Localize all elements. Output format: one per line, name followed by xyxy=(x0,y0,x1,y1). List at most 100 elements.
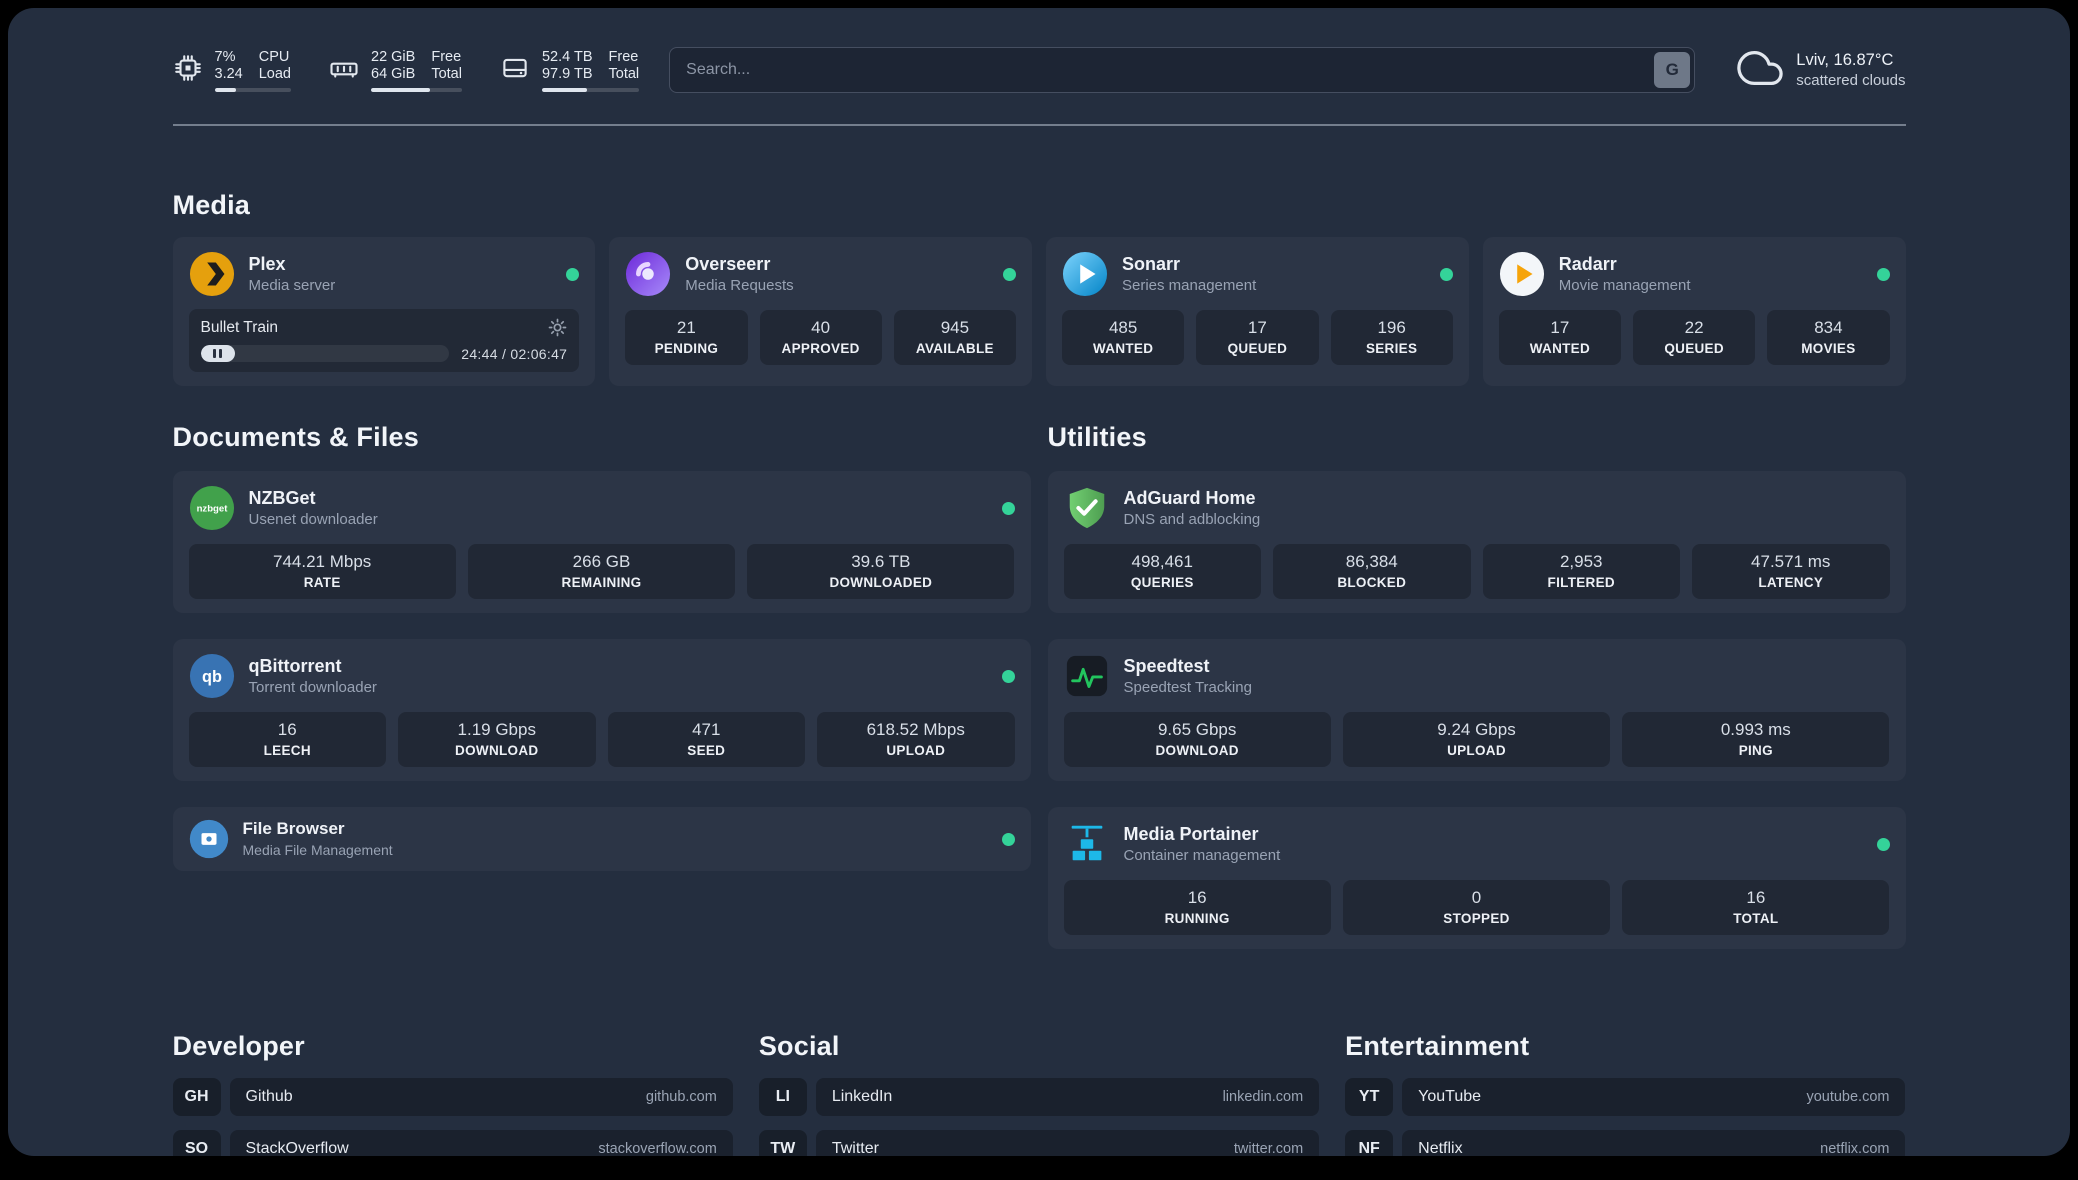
bookmark-domain: linkedin.com xyxy=(1223,1089,1304,1105)
qbittorrent-icon: qb xyxy=(189,653,235,699)
speedtest-card[interactable]: Speedtest Speedtest Tracking 9.65 GbpsDO… xyxy=(1048,639,1906,781)
memory-icon xyxy=(329,53,359,88)
documents-column: Documents & Files nzbget NZBGet Usenet d xyxy=(173,422,1031,975)
stat-tile: 9.65 GbpsDOWNLOAD xyxy=(1064,712,1331,767)
bookmark-domain: youtube.com xyxy=(1806,1089,1889,1105)
weather-condition: scattered clouds xyxy=(1796,71,1905,90)
bookmark-linkedin[interactable]: LI LinkedIn linkedin.com xyxy=(759,1078,1319,1116)
bookmark-name: YouTube xyxy=(1418,1088,1481,1106)
service-desc: Container management xyxy=(1124,846,1281,865)
bookmark-domain: twitter.com xyxy=(1234,1141,1303,1156)
media-section: Media Plex Media server xyxy=(173,190,1906,386)
service-desc: Usenet downloader xyxy=(249,510,378,529)
nzbget-card[interactable]: nzbget NZBGet Usenet downloader 744.21 M… xyxy=(173,471,1031,613)
stat-tile: 16RUNNING xyxy=(1064,880,1331,935)
overseerr-card[interactable]: Overseerr Media Requests 21PENDING 40APP… xyxy=(609,237,1032,386)
stat-tile: 22QUEUED xyxy=(1633,310,1755,365)
stat-tile: 1.19 GbpsDOWNLOAD xyxy=(398,712,596,767)
section-title-utilities: Utilities xyxy=(1048,422,1906,453)
stat-tile: 39.6 TBDOWNLOADED xyxy=(747,544,1014,599)
bookmark-netflix[interactable]: NF Netflix netflix.com xyxy=(1345,1130,1905,1156)
service-name: Sonarr xyxy=(1122,253,1256,275)
stat-tile: 0.993 msPING xyxy=(1622,712,1889,767)
service-name: Plex xyxy=(249,253,336,275)
bookmark-github[interactable]: GH Github github.com xyxy=(173,1078,733,1116)
bookmark-domain: github.com xyxy=(646,1089,717,1105)
memory-progress-bar xyxy=(371,88,462,92)
plex-card[interactable]: Plex Media server Bullet Train xyxy=(173,237,596,386)
qbittorrent-card[interactable]: qb qBittorrent Torrent downloader 16LEEC… xyxy=(173,639,1031,781)
bookmarks-social: Social LI LinkedIn linkedin.com TW Twitt… xyxy=(759,1031,1319,1156)
playback-progress-bar xyxy=(201,345,450,362)
stat-tile: 2,953FILTERED xyxy=(1483,544,1681,599)
stat-tile: 0STOPPED xyxy=(1343,880,1610,935)
bookmark-name: Twitter xyxy=(832,1140,879,1156)
portainer-card[interactable]: Media Portainer Container management 16R… xyxy=(1048,807,1906,949)
stat-tile: 618.52 MbpsUPLOAD xyxy=(817,712,1015,767)
adguard-card[interactable]: AdGuard Home DNS and adblocking 498,461Q… xyxy=(1048,471,1906,613)
bookmark-domain: stackoverflow.com xyxy=(598,1141,716,1156)
disk-total-value: 97.9 TB xyxy=(542,66,593,83)
stat-tile: 9.24 GbpsUPLOAD xyxy=(1343,712,1610,767)
speedtest-icon xyxy=(1064,653,1110,699)
disk-total-label: Total xyxy=(609,66,640,83)
stat-tile: 16TOTAL xyxy=(1622,880,1889,935)
utilities-column: Utilities xyxy=(1048,422,1906,975)
dashboard: 7% 3.24 CPU Load xyxy=(8,8,2070,1156)
service-name: Speedtest xyxy=(1124,655,1252,677)
bookmark-stackoverflow[interactable]: SO StackOverflow stackoverflow.com xyxy=(173,1130,733,1156)
portainer-icon xyxy=(1064,821,1110,867)
bookmark-twitter[interactable]: TW Twitter twitter.com xyxy=(759,1130,1319,1156)
pause-button[interactable] xyxy=(201,345,235,362)
service-name: qBittorrent xyxy=(249,655,377,677)
bookmark-name: StackOverflow xyxy=(246,1140,349,1156)
bookmark-abbr: NF xyxy=(1345,1130,1393,1156)
cpu-load-label: Load xyxy=(259,66,291,83)
search-provider-button[interactable]: G xyxy=(1654,52,1690,88)
radarr-card[interactable]: Radarr Movie management 17WANTED 22QUEUE… xyxy=(1483,237,1906,386)
stat-tile: 196SERIES xyxy=(1331,310,1453,365)
header: 7% 3.24 CPU Load xyxy=(173,38,1906,102)
stat-tile: 86,384BLOCKED xyxy=(1273,544,1471,599)
disk-widget: 52.4 TB 97.9 TB Free Total xyxy=(500,49,639,92)
search-input[interactable] xyxy=(669,47,1695,93)
stat-tile: 945AVAILABLE xyxy=(894,310,1016,365)
filebrowser-card[interactable]: File Browser Media File Management xyxy=(173,807,1031,871)
status-dot xyxy=(1002,670,1015,683)
bookmarks-entertainment: Entertainment YT YouTube youtube.com NF … xyxy=(1345,1031,1905,1156)
cpu-progress-bar xyxy=(215,88,292,92)
bookmark-abbr: LI xyxy=(759,1078,807,1116)
service-desc: DNS and adblocking xyxy=(1124,510,1261,529)
adguard-icon xyxy=(1064,485,1110,531)
bookmark-abbr: YT xyxy=(1345,1078,1393,1116)
service-desc: Torrent downloader xyxy=(249,678,377,697)
stat-tile: 744.21 MbpsRATE xyxy=(189,544,456,599)
memory-free-value: 22 GiB xyxy=(371,49,415,66)
bookmark-abbr: GH xyxy=(173,1078,221,1116)
service-name: AdGuard Home xyxy=(1124,487,1261,509)
sonarr-card[interactable]: Sonarr Series management 485WANTED 17QUE… xyxy=(1046,237,1469,386)
svg-text:qb: qb xyxy=(202,668,222,686)
filebrowser-icon xyxy=(189,819,229,859)
cpu-usage-value: 7% xyxy=(215,49,243,66)
cpu-icon xyxy=(173,53,203,88)
now-playing-title: Bullet Train xyxy=(201,319,279,337)
gear-icon[interactable] xyxy=(548,318,567,337)
sonarr-icon xyxy=(1062,251,1108,297)
stat-tile: 17QUEUED xyxy=(1196,310,1318,365)
service-desc: Media Requests xyxy=(685,276,793,295)
memory-total-label: Total xyxy=(431,66,462,83)
radarr-icon xyxy=(1499,251,1545,297)
stat-tile: 498,461QUERIES xyxy=(1064,544,1262,599)
status-dot xyxy=(1002,833,1015,846)
bookmark-youtube[interactable]: YT YouTube youtube.com xyxy=(1345,1078,1905,1116)
memory-widget: 22 GiB 64 GiB Free Total xyxy=(329,49,462,92)
service-name: Radarr xyxy=(1559,253,1691,275)
service-name: NZBGet xyxy=(249,487,378,509)
memory-total-value: 64 GiB xyxy=(371,66,415,83)
service-desc: Speedtest Tracking xyxy=(1124,678,1252,697)
header-divider xyxy=(173,124,1906,126)
stat-tile: 21PENDING xyxy=(625,310,747,365)
stat-tile: 834MOVIES xyxy=(1767,310,1889,365)
search-bar: G xyxy=(669,47,1695,93)
